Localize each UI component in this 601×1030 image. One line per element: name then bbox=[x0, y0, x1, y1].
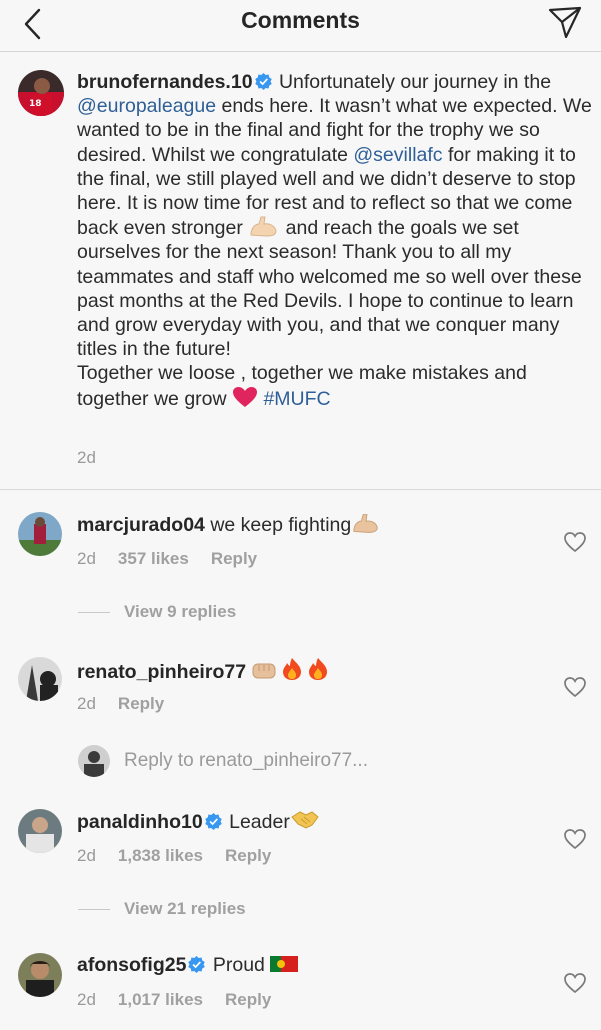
page-title: Comments bbox=[241, 7, 360, 33]
avatar[interactable] bbox=[18, 657, 62, 701]
avatar[interactable] bbox=[18, 953, 62, 997]
flexed-biceps-emoji-icon bbox=[250, 216, 277, 237]
comment-username[interactable]: panaldinho10 bbox=[77, 811, 203, 833]
avatar[interactable] bbox=[18, 809, 62, 853]
mention-link[interactable]: @sevillafc bbox=[353, 144, 442, 166]
comment-body: Proud bbox=[207, 954, 271, 976]
divider bbox=[0, 489, 601, 490]
view-replies[interactable]: View 21 replies bbox=[78, 899, 246, 919]
comment-meta: 2d 357 likes Reply bbox=[77, 549, 257, 569]
reply-button[interactable]: Reply bbox=[225, 846, 271, 865]
comment-item: afonsofig25 Proud 2d 1,017 likes Reply bbox=[18, 953, 593, 1015]
caption-text: brunofernandes.10 Unfortunately our jour… bbox=[77, 70, 593, 411]
likes-count[interactable]: 1,838 likes bbox=[118, 846, 203, 865]
verified-badge-icon bbox=[188, 956, 206, 973]
fire-emoji-icon bbox=[309, 658, 328, 680]
handshake-emoji-icon bbox=[291, 811, 319, 829]
comment-username[interactable]: renato_pinheiro77 bbox=[77, 661, 246, 683]
comment-meta: 2d Reply bbox=[77, 694, 164, 714]
reply-button[interactable]: Reply bbox=[118, 694, 164, 713]
caption-segment: Unfortunately our journey in the bbox=[273, 71, 552, 93]
comment-timestamp: 2d bbox=[77, 549, 96, 568]
comment-text: afonsofig25 Proud bbox=[77, 953, 299, 977]
comment-timestamp: 2d bbox=[77, 990, 96, 1009]
divider bbox=[78, 909, 110, 911]
divider bbox=[78, 612, 110, 614]
comment-text: renato_pinheiro77 bbox=[77, 657, 331, 684]
oncoming-fist-emoji-icon bbox=[252, 663, 276, 679]
caption-username[interactable]: brunofernandes.10 bbox=[77, 71, 253, 93]
view-replies-label[interactable]: View 21 replies bbox=[124, 899, 246, 918]
comment-text: marcjurado04 we keep fighting bbox=[77, 512, 381, 537]
comment-timestamp: 2d bbox=[77, 694, 96, 713]
mention-link[interactable]: @europaleague bbox=[77, 95, 216, 117]
avatar bbox=[78, 745, 110, 777]
portugal-flag-emoji-icon bbox=[270, 956, 299, 972]
heart-icon[interactable] bbox=[564, 677, 586, 697]
comment-meta: 2d 1,838 likes Reply bbox=[77, 846, 271, 866]
reply-button[interactable]: Reply bbox=[211, 549, 257, 568]
comment-item: panaldinho10 Leader 2d 1,838 likes Reply bbox=[18, 809, 593, 871]
view-replies-label[interactable]: View 9 replies bbox=[124, 602, 236, 621]
avatar[interactable] bbox=[18, 512, 62, 556]
heart-icon[interactable] bbox=[564, 532, 586, 552]
verified-badge-icon bbox=[254, 73, 272, 90]
comment-item: marcjurado04 we keep fighting 2d 357 like… bbox=[18, 512, 593, 574]
send-direct-icon[interactable] bbox=[547, 4, 583, 40]
reply-to-field[interactable]: Reply to renato_pinheiro77... bbox=[78, 745, 578, 779]
comment-timestamp: 2d bbox=[77, 846, 96, 865]
reply-button[interactable]: Reply bbox=[225, 990, 271, 1009]
hashtag-link[interactable]: #MUFC bbox=[263, 388, 330, 410]
likes-count[interactable]: 357 likes bbox=[118, 549, 189, 568]
view-replies[interactable]: View 9 replies bbox=[78, 602, 236, 622]
verified-badge-icon bbox=[204, 813, 222, 830]
svg-text:18: 18 bbox=[29, 99, 42, 109]
top-bar: Comments bbox=[0, 0, 601, 52]
comment-username[interactable]: marcjurado04 bbox=[77, 514, 205, 536]
heart-icon[interactable] bbox=[564, 973, 586, 993]
comment-meta: 2d 1,017 likes Reply bbox=[77, 990, 271, 1010]
caption-timestamp: 2d bbox=[77, 448, 96, 467]
comment-text: panaldinho10 Leader bbox=[77, 809, 320, 834]
likes-count[interactable]: 1,017 likes bbox=[118, 990, 203, 1009]
heart-icon[interactable] bbox=[564, 829, 586, 849]
red-heart-emoji-icon bbox=[233, 386, 258, 407]
caption-avatar[interactable]: 18 bbox=[18, 70, 64, 116]
reply-to-label[interactable]: Reply to renato_pinheiro77... bbox=[124, 750, 368, 772]
fire-emoji-icon bbox=[283, 658, 302, 680]
comment-body: Leader bbox=[223, 811, 290, 833]
comment-username[interactable]: afonsofig25 bbox=[77, 954, 186, 976]
comment-item: renato_pinheiro77 2d Reply bbox=[18, 657, 593, 719]
comment-body: we keep fighting bbox=[204, 514, 352, 536]
flexed-biceps-emoji-icon bbox=[353, 514, 378, 533]
